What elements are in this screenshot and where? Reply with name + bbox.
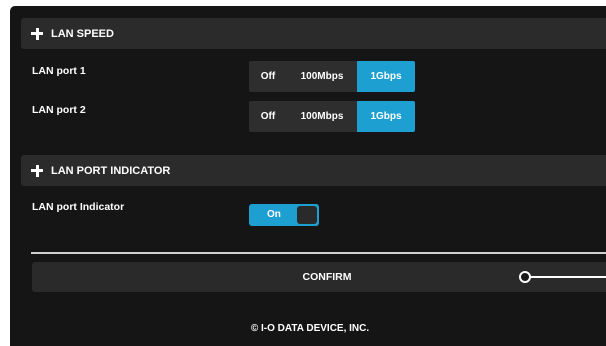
lan-port-2-option-off[interactable]: Off xyxy=(249,101,287,132)
lan-port-indicator-label: LAN port Indicator xyxy=(32,201,125,213)
plus-icon xyxy=(31,164,43,177)
lan-port-indicator-title: LAN PORT INDICATOR xyxy=(51,164,171,177)
lan-speed-title: LAN SPEED xyxy=(51,27,114,40)
lan-port-2-speed-selector: Off 100Mbps 1Gbps xyxy=(249,101,415,132)
divider xyxy=(31,252,606,254)
lan-port-indicator-toggle[interactable]: On xyxy=(249,204,319,226)
lan-port-1-speed-selector: Off 100Mbps 1Gbps xyxy=(249,61,415,92)
footer-copyright: © I-O DATA DEVICE, INC. xyxy=(250,322,370,334)
lan-port-1-option-1gbps[interactable]: 1Gbps xyxy=(357,61,415,92)
lan-port-1-option-100mbps[interactable]: 100Mbps xyxy=(287,61,357,92)
lan-port-2-label: LAN port 2 xyxy=(32,104,86,116)
toggle-state-label: On xyxy=(267,209,281,220)
slider-handle[interactable] xyxy=(519,271,531,283)
plus-icon xyxy=(31,27,43,40)
toggle-knob xyxy=(297,206,317,224)
lan-port-2-option-100mbps[interactable]: 100Mbps xyxy=(287,101,357,132)
slider-track[interactable] xyxy=(526,276,606,278)
lan-speed-section-header[interactable]: LAN SPEED xyxy=(21,18,606,49)
settings-panel: LAN SPEED LAN port 1 Off 100Mbps 1Gbps L… xyxy=(10,6,606,346)
lan-port-2-option-1gbps[interactable]: 1Gbps xyxy=(357,101,415,132)
lan-port-1-label: LAN port 1 xyxy=(32,65,86,77)
lan-port-1-option-off[interactable]: Off xyxy=(249,61,287,92)
lan-port-indicator-section-header[interactable]: LAN PORT INDICATOR xyxy=(21,155,606,186)
